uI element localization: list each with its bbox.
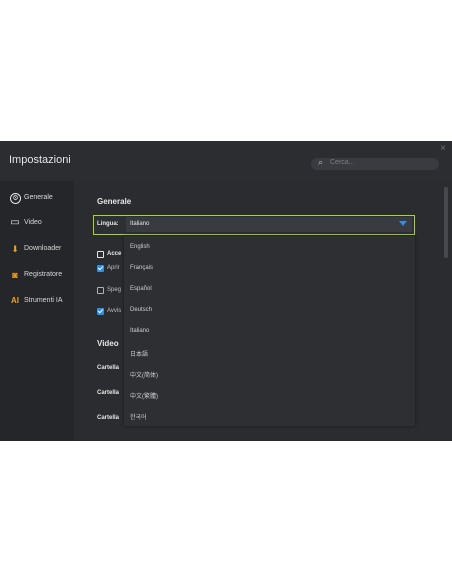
search-placeholder: Cerca... — [330, 159, 355, 166]
dropdown-option[interactable]: English — [130, 244, 150, 250]
dropdown-option[interactable]: Español — [130, 286, 152, 292]
video-camera-icon: ▭ — [10, 217, 20, 228]
ai-icon: AI — [11, 296, 19, 305]
language-value-box[interactable]: Italiano — [126, 217, 412, 232]
sidebar-item-video[interactable]: ▭ Video — [0, 214, 74, 234]
language-value: Italiano — [130, 221, 150, 227]
checkbox[interactable] — [97, 265, 104, 272]
window-title: Impostazioni — [9, 154, 71, 166]
language-label: Lingua: — [97, 221, 119, 227]
sidebar-item-label: Registratore — [24, 271, 63, 278]
record-icon: ◙ — [12, 270, 18, 280]
option-label: Speg — [107, 287, 122, 293]
section-title-generale: Generale — [97, 197, 132, 206]
option-label: Acce — [107, 251, 122, 257]
folder-label: Cartella — [97, 365, 120, 371]
sidebar-item-label: Strumenti IA — [24, 297, 63, 304]
option-label: Aprir — [107, 265, 120, 271]
section-title-video: Video — [97, 339, 119, 348]
checkbox[interactable] — [97, 251, 104, 258]
language-dropdown-list: English Français Español Deutsch Italian… — [124, 236, 415, 426]
sidebar-item-strumenti-ia[interactable]: AI Strumenti IA — [0, 292, 74, 312]
sidebar-item-generale[interactable]: ⚙ Generale — [0, 189, 74, 209]
checkbox[interactable] — [97, 308, 104, 315]
search-input[interactable]: ⌕ Cerca... — [311, 157, 439, 170]
chevron-down-icon[interactable] — [399, 221, 407, 226]
sidebar-item-label: Video — [24, 219, 42, 226]
sidebar: ⚙ Generale ▭ Video ⬇ Downloader ◙ Regist… — [0, 181, 74, 441]
search-icon: ⌕ — [318, 157, 324, 167]
sidebar-item-downloader[interactable]: ⬇ Downloader — [0, 240, 74, 260]
dropdown-option[interactable]: 한국어 — [130, 412, 147, 421]
dropdown-option[interactable]: 中文(繁體) — [130, 391, 158, 400]
language-select[interactable]: Lingua: Italiano — [93, 215, 415, 235]
folder-label: Cartella — [97, 415, 120, 421]
sidebar-item-registratore[interactable]: ◙ Registratore — [0, 266, 74, 286]
option-label: Avvis — [107, 308, 122, 314]
folder-label: Cartella — [97, 390, 120, 396]
dropdown-option[interactable]: Italiano — [130, 328, 149, 334]
sidebar-item-label: Downloader — [24, 245, 62, 252]
dropdown-option[interactable]: 中文(简体) — [130, 370, 158, 379]
checkbox[interactable] — [97, 287, 104, 294]
dropdown-option[interactable]: 日本語 — [130, 349, 148, 358]
dropdown-option[interactable]: Deutsch — [130, 307, 152, 313]
gear-icon: ⚙ — [10, 193, 21, 204]
download-icon: ⬇ — [11, 244, 19, 254]
close-icon[interactable]: × — [440, 143, 446, 154]
title-bar: Impostazioni × ⌕ Cerca... — [0, 141, 452, 181]
scrollbar[interactable] — [444, 187, 448, 258]
sidebar-item-label: Generale — [24, 194, 53, 201]
dropdown-option[interactable]: Français — [130, 265, 153, 271]
